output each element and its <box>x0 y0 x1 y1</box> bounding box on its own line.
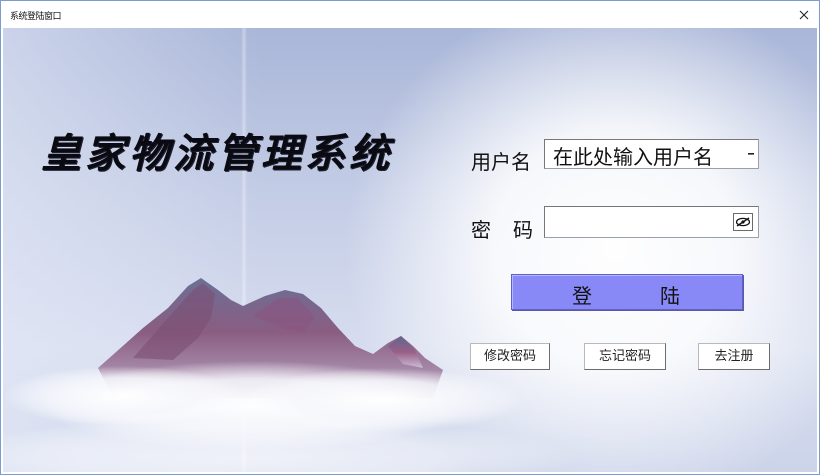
register-button[interactable]: 去注册 <box>698 343 770 370</box>
close-button[interactable] <box>789 1 819 28</box>
login-button-label-1: 登 <box>572 284 592 308</box>
username-input[interactable]: 在此处输入用户名 <box>553 141 713 170</box>
app-title: 皇家物流管理系统 <box>41 130 393 177</box>
change-password-button[interactable]: 修改密码 <box>470 343 550 370</box>
close-icon <box>799 10 809 19</box>
password-label-char-1: 密 <box>471 218 491 242</box>
login-window: 系统登陆窗口 皇家物流管理系统 用户名 密 码 在此处输入用户名 登 陆 修改密… <box>0 0 820 475</box>
toggle-password-visibility-button[interactable] <box>733 213 753 231</box>
chevron-down-icon[interactable] <box>746 149 756 161</box>
eye-slash-icon <box>735 217 751 227</box>
password-label: 密码 <box>471 214 533 243</box>
password-field[interactable] <box>544 206 759 238</box>
login-button-label-2: 陆 <box>660 284 680 308</box>
title-bar[interactable]: 系统登陆窗口 <box>1 1 819 28</box>
login-panel: 皇家物流管理系统 用户名 密码 在此处输入用户名 登 陆 修改密码 忘记密码 去… <box>3 28 817 472</box>
username-combobox[interactable]: 在此处输入用户名 <box>544 139 759 169</box>
mountain-illustration <box>3 278 573 472</box>
login-button[interactable]: 登 陆 <box>511 274 743 310</box>
forgot-password-button[interactable]: 忘记密码 <box>584 343 666 370</box>
username-label: 用户名 <box>471 150 531 174</box>
password-label-char-2: 码 <box>513 218 533 242</box>
window-title: 系统登陆窗口 <box>10 12 62 22</box>
